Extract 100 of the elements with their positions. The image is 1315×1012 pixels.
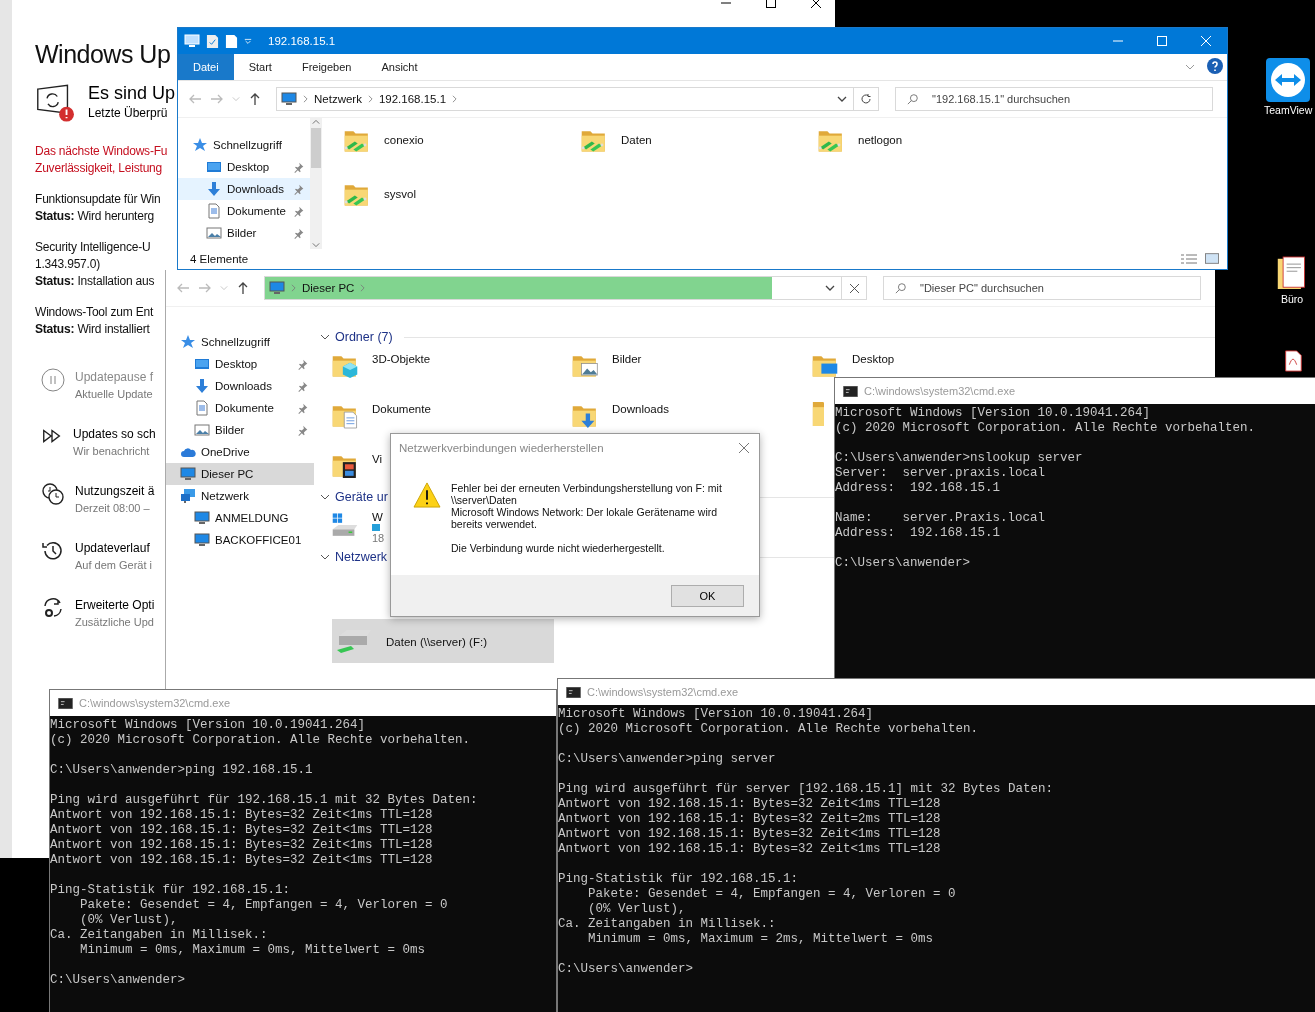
breadcrumb[interactable]: 192.168.15.1 <box>378 93 447 105</box>
details-view-icon[interactable] <box>1181 253 1197 265</box>
scrollbar[interactable] <box>310 118 322 249</box>
nav-item[interactable]: Desktop <box>166 353 314 375</box>
refresh-button[interactable] <box>853 87 879 111</box>
ribbon-tab[interactable]: Freigeben <box>286 54 367 80</box>
network-icon <box>180 488 196 504</box>
breadcrumb[interactable]: Netzwerk <box>314 93 362 105</box>
file-item[interactable]: Bilder <box>572 351 642 379</box>
back-arrow-icon[interactable] <box>188 92 202 106</box>
group-title[interactable]: Geräte ur <box>335 490 388 504</box>
ribbon-tab[interactable]: Datei <box>178 54 234 80</box>
chevron-down-icon[interactable] <box>320 552 330 562</box>
update-name: 1.343.957.0) <box>35 256 101 273</box>
nav-item[interactable]: Dokumente <box>178 200 310 222</box>
warning-text: Das nächste Windows-Fu <box>35 143 169 160</box>
settings-option[interactable]: Updates so sch Wir benachricht <box>41 425 156 460</box>
chevron-right-icon[interactable] <box>367 95 373 103</box>
up-arrow-icon[interactable] <box>236 281 250 295</box>
settings-option[interactable]: Nutzungszeit ä Derzeit 08:00 – <box>41 482 155 517</box>
file-item[interactable]: conexio <box>344 126 581 168</box>
nav-item[interactable]: Schnellzugriff <box>166 331 314 353</box>
file-item[interactable]: netlogon <box>818 126 1055 168</box>
up-arrow-icon[interactable] <box>248 92 262 106</box>
file-item[interactable]: Downloads <box>572 401 669 429</box>
forward-arrow-icon[interactable] <box>198 281 212 295</box>
group-title[interactable]: Netzwerk <box>335 550 388 564</box>
chevron-down-icon[interactable] <box>320 492 330 502</box>
forward-arrow-icon[interactable] <box>210 92 224 106</box>
chevron-right-icon[interactable] <box>452 95 458 103</box>
address-bar[interactable]: Netzwerk 192.168.15.1 <box>276 87 854 111</box>
console-line: C:\Users\anwender>nslookup server <box>835 451 1084 466</box>
ok-button[interactable]: OK <box>671 584 744 607</box>
console-line: C:\Users\anwender> <box>50 973 187 988</box>
nav-item[interactable]: Netzwerk <box>166 485 314 507</box>
console-line: C:\Users\anwender>ping 192.168.15.1 <box>50 763 314 778</box>
star-icon <box>180 334 196 350</box>
star-icon <box>192 137 208 153</box>
properties-icon[interactable] <box>206 33 219 49</box>
new-folder-icon[interactable] <box>225 33 238 49</box>
nav-item[interactable]: Bilder <box>178 222 310 244</box>
file-item[interactable]: sysvol <box>344 180 581 222</box>
maximize-icon[interactable] <box>766 0 776 8</box>
chevron-right-icon[interactable] <box>360 284 366 292</box>
console-line: Ping wird ausgeführt für 192.168.15.1 mit 32 Bytes Daten: <box>50 793 479 808</box>
chevron-down-icon[interactable] <box>320 332 330 342</box>
breadcrumb[interactable]: Dieser PC <box>302 282 355 294</box>
desktop-shortcut[interactable]: Büro <box>1276 255 1308 305</box>
desktop-shortcut[interactable]: TeamView <box>1264 58 1313 116</box>
file-item[interactable]: Daten <box>581 126 818 168</box>
nav-item[interactable]: Bilder <box>166 419 314 441</box>
chevron-down-icon[interactable] <box>837 94 847 104</box>
nav-item[interactable]: Dieser PC <box>166 463 314 485</box>
console-line: C:\Users\anwender> <box>835 556 972 571</box>
nav-item[interactable]: OneDrive <box>166 441 314 463</box>
search-field[interactable]: "192.168.15.1" durchsuchen <box>895 87 1213 111</box>
nav-item[interactable]: Downloads <box>166 375 314 397</box>
file-item[interactable]: Dokumente <box>332 401 431 429</box>
console-line: Server: server.praxis.local <box>835 466 1047 481</box>
chevron-right-icon[interactable] <box>291 284 296 292</box>
document-stack-icon <box>1276 255 1308 291</box>
desktop-shortcut[interactable] <box>1282 350 1304 372</box>
chevron-right-icon[interactable] <box>303 95 308 103</box>
scroll-down-icon[interactable] <box>312 241 320 249</box>
console-line: Antwort von 192.168.15.1: Bytes=32 Zeit<1ms TTL=128 <box>50 853 434 868</box>
status-subtitle: Letzte Überprü <box>87 106 169 120</box>
window-title: C:\windows\system32\cmd.exe <box>79 697 230 709</box>
computer-icon <box>194 510 210 526</box>
back-arrow-icon[interactable] <box>176 281 190 295</box>
nav-item[interactable]: Schnellzugriff <box>178 134 310 156</box>
nav-item[interactable]: Dokumente <box>166 397 314 419</box>
help-icon[interactable] <box>1207 58 1223 74</box>
scroll-up-icon[interactable] <box>312 118 320 126</box>
stop-button[interactable] <box>841 276 867 300</box>
nav-item[interactable]: BACKOFFICE01 <box>166 529 314 551</box>
console-line: Minimum = 0ms, Maximum = 2ms, Mittelwert = 0ms <box>587 932 935 947</box>
file-item[interactable]: 3D-Objekte <box>332 351 431 379</box>
close-icon[interactable] <box>811 0 821 8</box>
address-bar[interactable]: Dieser PC <box>264 276 842 300</box>
ribbon-tab[interactable]: Start <box>233 54 287 80</box>
computer-icon <box>269 280 285 296</box>
console-line: (c) 2020 Microsoft Corporation. Alle Rechte vorbehalten. <box>835 421 1257 436</box>
file-item[interactable]: Daten (\\server) (F:) <box>332 619 554 663</box>
group-title[interactable]: Ordner (7) <box>335 330 393 344</box>
large-icons-view-icon[interactable] <box>1205 253 1219 264</box>
chevron-down-icon[interactable] <box>825 283 835 293</box>
search-icon <box>907 93 919 105</box>
picture-icon <box>194 422 210 438</box>
history-icon <box>41 539 65 563</box>
settings-option[interactable]: Erweiterte Opti Zusätzliche Upd <box>41 596 155 631</box>
nav-item[interactable]: Desktop <box>178 156 310 178</box>
settings-option[interactable]: Updateverlauf Auf dem Gerät i <box>41 539 153 574</box>
nav-item[interactable]: ANMELDUNG <box>166 507 314 529</box>
file-item[interactable]: Desktop <box>812 351 895 379</box>
console-line: (c) 2020 Microsoft Corporation. Alle Rechte vorbehalten. <box>50 733 472 748</box>
search-field[interactable]: "Dieser PC" durchsuchen <box>883 276 1201 300</box>
console-line: Ping wird ausgeführt für server [192.168.15.1] mit 32 Bytes Daten: <box>558 782 1055 797</box>
file-item[interactable]: Vi <box>332 451 383 479</box>
nav-item[interactable]: Downloads <box>178 178 310 200</box>
ribbon-tab[interactable]: Ansicht <box>366 54 433 80</box>
